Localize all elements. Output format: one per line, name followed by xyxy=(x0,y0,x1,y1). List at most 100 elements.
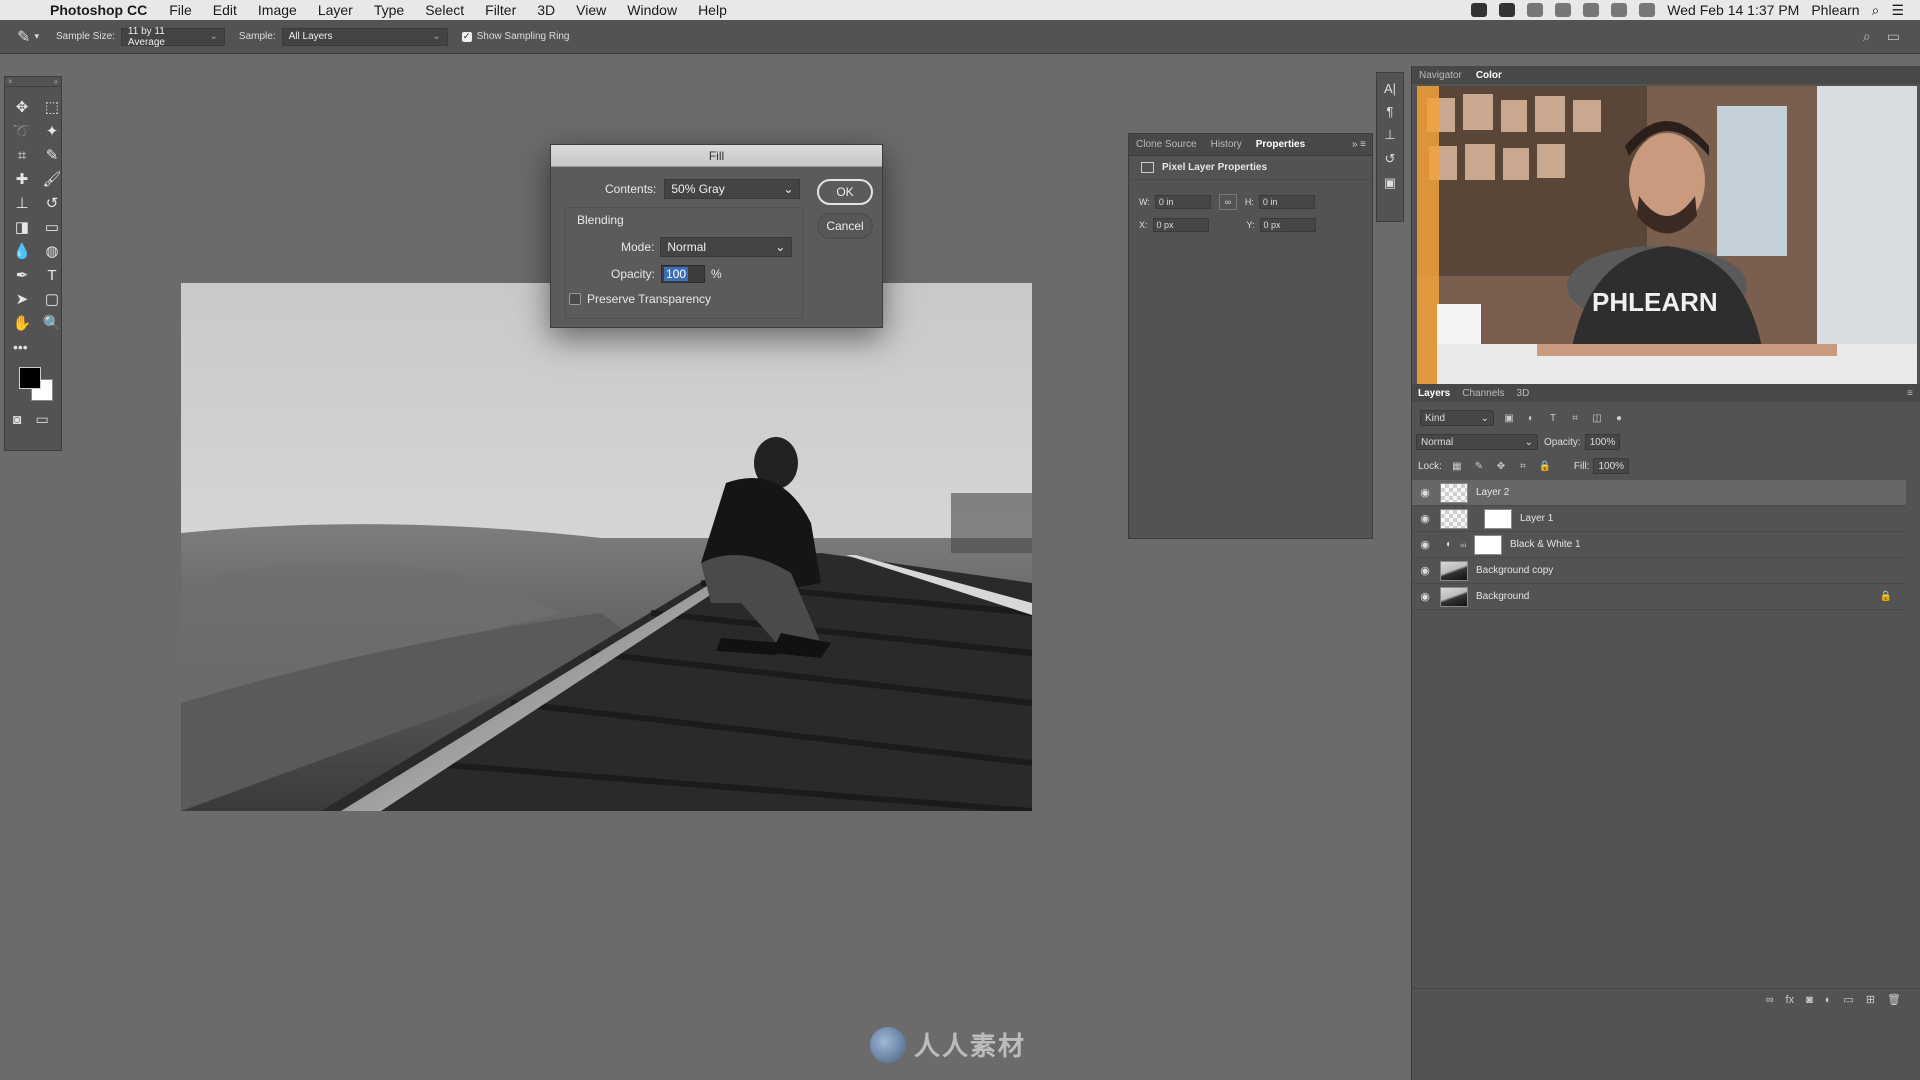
tab-color[interactable]: Color xyxy=(1469,70,1509,81)
brush-tool-icon[interactable]: 🖌 xyxy=(39,167,65,191)
tab-3d[interactable]: 3D xyxy=(1511,388,1536,399)
filter-adjustment-icon[interactable]: ◐ xyxy=(1524,412,1538,424)
lock-artboard-icon[interactable]: ⌗ xyxy=(1516,460,1530,472)
lock-icon[interactable]: 🔒 xyxy=(1880,591,1892,602)
x-field[interactable]: 0 px xyxy=(1152,218,1209,232)
display-icon[interactable] xyxy=(1527,3,1544,17)
app-status-icon[interactable] xyxy=(1499,3,1516,17)
width-field[interactable]: 0 in xyxy=(1154,195,1211,209)
link-icon[interactable]: ∞ xyxy=(1218,194,1237,210)
mode-dropdown[interactable]: Normal ⌄ xyxy=(660,237,793,257)
tab-clone-source[interactable]: Clone Source xyxy=(1129,139,1204,150)
adjustment-icon[interactable]: ◐ xyxy=(1825,994,1832,1006)
blend-mode-dropdown[interactable]: Normal ⌄ xyxy=(1416,434,1538,450)
notification-center-icon[interactable]: ☰ xyxy=(1891,2,1904,19)
new-group-icon[interactable]: ▭ xyxy=(1843,993,1853,1006)
ok-button[interactable]: OK xyxy=(817,179,873,205)
move-tool-icon[interactable]: ✥ xyxy=(9,95,35,119)
character-panel-icon[interactable]: A| xyxy=(1384,81,1396,96)
zoom-tool-icon[interactable]: 🔍 xyxy=(39,311,65,335)
marquee-tool-icon[interactable]: ⬚ xyxy=(39,95,65,119)
visibility-eye-icon[interactable]: ◉ xyxy=(1412,564,1438,577)
filter-shape-icon[interactable]: ⌗ xyxy=(1568,412,1582,424)
menu-image[interactable]: Image xyxy=(258,2,297,18)
lasso-tool-icon[interactable]: ➰ xyxy=(9,119,35,143)
close-icon[interactable]: × xyxy=(8,77,13,86)
menu-edit[interactable]: Edit xyxy=(213,2,237,18)
lock-all-icon[interactable]: 🔒 xyxy=(1538,460,1552,472)
menu-layer[interactable]: Layer xyxy=(318,2,353,18)
visibility-eye-icon[interactable]: ◉ xyxy=(1412,486,1438,499)
sync-icon[interactable] xyxy=(1583,3,1600,17)
creative-cloud-icon[interactable] xyxy=(1471,3,1488,17)
search-icon[interactable]: ⌕ xyxy=(1863,28,1871,45)
dodge-tool-icon[interactable]: ◍ xyxy=(39,239,65,263)
layer-row-background[interactable]: ◉ Background 🔒 xyxy=(1412,584,1906,610)
spotlight-icon[interactable]: ⌕ xyxy=(1872,2,1880,19)
height-field[interactable]: 0 in xyxy=(1258,195,1315,209)
properties-panel-icon[interactable]: ▣ xyxy=(1384,175,1396,191)
new-layer-icon[interactable]: ⊞ xyxy=(1866,993,1875,1006)
layer-row-layer-1[interactable]: ◉ Layer 1 xyxy=(1412,506,1906,532)
menu-file[interactable]: File xyxy=(169,2,192,18)
hand-tool-icon[interactable]: ✋ xyxy=(9,311,35,335)
quick-mask-icon[interactable]: ◙ xyxy=(13,411,21,428)
fx-icon[interactable]: fx xyxy=(1786,994,1795,1006)
menu-select[interactable]: Select xyxy=(425,2,464,18)
tab-layers[interactable]: Layers xyxy=(1412,388,1456,399)
canvas-document-image[interactable] xyxy=(181,283,1032,811)
history-brush-tool-icon[interactable]: ↺ xyxy=(39,191,65,215)
tab-channels[interactable]: Channels xyxy=(1456,388,1510,399)
tab-navigator[interactable]: Navigator xyxy=(1412,70,1469,81)
show-sampling-ring-checkbox[interactable]: ✓ xyxy=(461,31,472,42)
clock-text[interactable]: Wed Feb 14 1:37 PM xyxy=(1667,2,1799,18)
visibility-eye-icon[interactable]: ◉ xyxy=(1412,538,1438,551)
cancel-button[interactable]: Cancel xyxy=(817,213,873,239)
menu-view[interactable]: View xyxy=(576,2,606,18)
layer-row-background-copy[interactable]: ◉ Background copy xyxy=(1412,558,1906,584)
menu-3d[interactable]: 3D xyxy=(537,2,555,18)
menu-app-name[interactable]: Photoshop CC xyxy=(50,2,147,18)
sample-size-dropdown[interactable]: 11 by 11 Average ⌄ xyxy=(120,26,225,48)
clone-source-panel-icon[interactable]: ⊥ xyxy=(1384,127,1395,143)
pen-tool-icon[interactable]: ✒ xyxy=(9,263,35,287)
link-layers-icon[interactable]: ∞ xyxy=(1766,994,1774,1006)
contents-dropdown[interactable]: 50% Gray ⌄ xyxy=(664,179,801,199)
preserve-transparency-checkbox[interactable] xyxy=(569,293,581,305)
panel-menu-icon[interactable]: » ≡ xyxy=(1345,139,1372,150)
panel-menu-icon[interactable]: ≡ xyxy=(1901,388,1920,399)
more-tools-icon[interactable]: ••• xyxy=(5,339,61,355)
lock-position-icon[interactable]: ✥ xyxy=(1494,460,1508,472)
collapse-icon[interactable]: « xyxy=(54,77,58,86)
history-panel-icon[interactable]: ↺ xyxy=(1385,151,1396,167)
filter-toggle-icon[interactable]: ● xyxy=(1612,412,1626,424)
shape-tool-icon[interactable]: ▢ xyxy=(39,287,65,311)
filter-pixel-icon[interactable]: ▣ xyxy=(1502,412,1516,424)
layer-row-layer-2[interactable]: ◉ Layer 2 xyxy=(1412,480,1906,506)
user-name[interactable]: Phlearn xyxy=(1811,2,1859,18)
fill-field[interactable]: 100% xyxy=(1593,458,1630,474)
layer-row-black-white-1[interactable]: ◉ ◐ ∞ Black & White 1 xyxy=(1412,532,1906,558)
screen-mode-icon[interactable]: ▭ xyxy=(35,411,48,428)
eyedropper-preset-icon[interactable]: ✎ ▾ xyxy=(0,27,56,47)
add-mask-icon[interactable]: ◙ xyxy=(1806,994,1813,1006)
eraser-tool-icon[interactable]: ◨ xyxy=(9,215,35,239)
paragraph-panel-icon[interactable]: ¶ xyxy=(1387,104,1394,119)
crop-tool-icon[interactable]: ⌗ xyxy=(9,143,35,167)
trash-icon[interactable]: 🗑 xyxy=(1887,993,1901,1006)
filter-smart-object-icon[interactable]: ◫ xyxy=(1590,412,1604,424)
lock-transparent-icon[interactable]: ▦ xyxy=(1450,460,1464,472)
type-tool-icon[interactable]: T xyxy=(39,263,65,287)
menu-type[interactable]: Type xyxy=(374,2,404,18)
visibility-eye-icon[interactable]: ◉ xyxy=(1412,512,1438,525)
tab-history[interactable]: History xyxy=(1204,139,1249,150)
time-machine-icon[interactable] xyxy=(1555,3,1572,17)
clone-stamp-tool-icon[interactable]: ⊥ xyxy=(9,191,35,215)
menu-filter[interactable]: Filter xyxy=(485,2,516,18)
menu-help[interactable]: Help xyxy=(698,2,727,18)
blur-tool-icon[interactable]: 💧 xyxy=(9,239,35,263)
healing-brush-tool-icon[interactable]: ✚ xyxy=(9,167,35,191)
layer-opacity-field[interactable]: 100% xyxy=(1584,434,1621,450)
lock-image-icon[interactable]: ✎ xyxy=(1472,460,1486,472)
chain-link-icon[interactable]: ∞ xyxy=(1460,540,1472,550)
